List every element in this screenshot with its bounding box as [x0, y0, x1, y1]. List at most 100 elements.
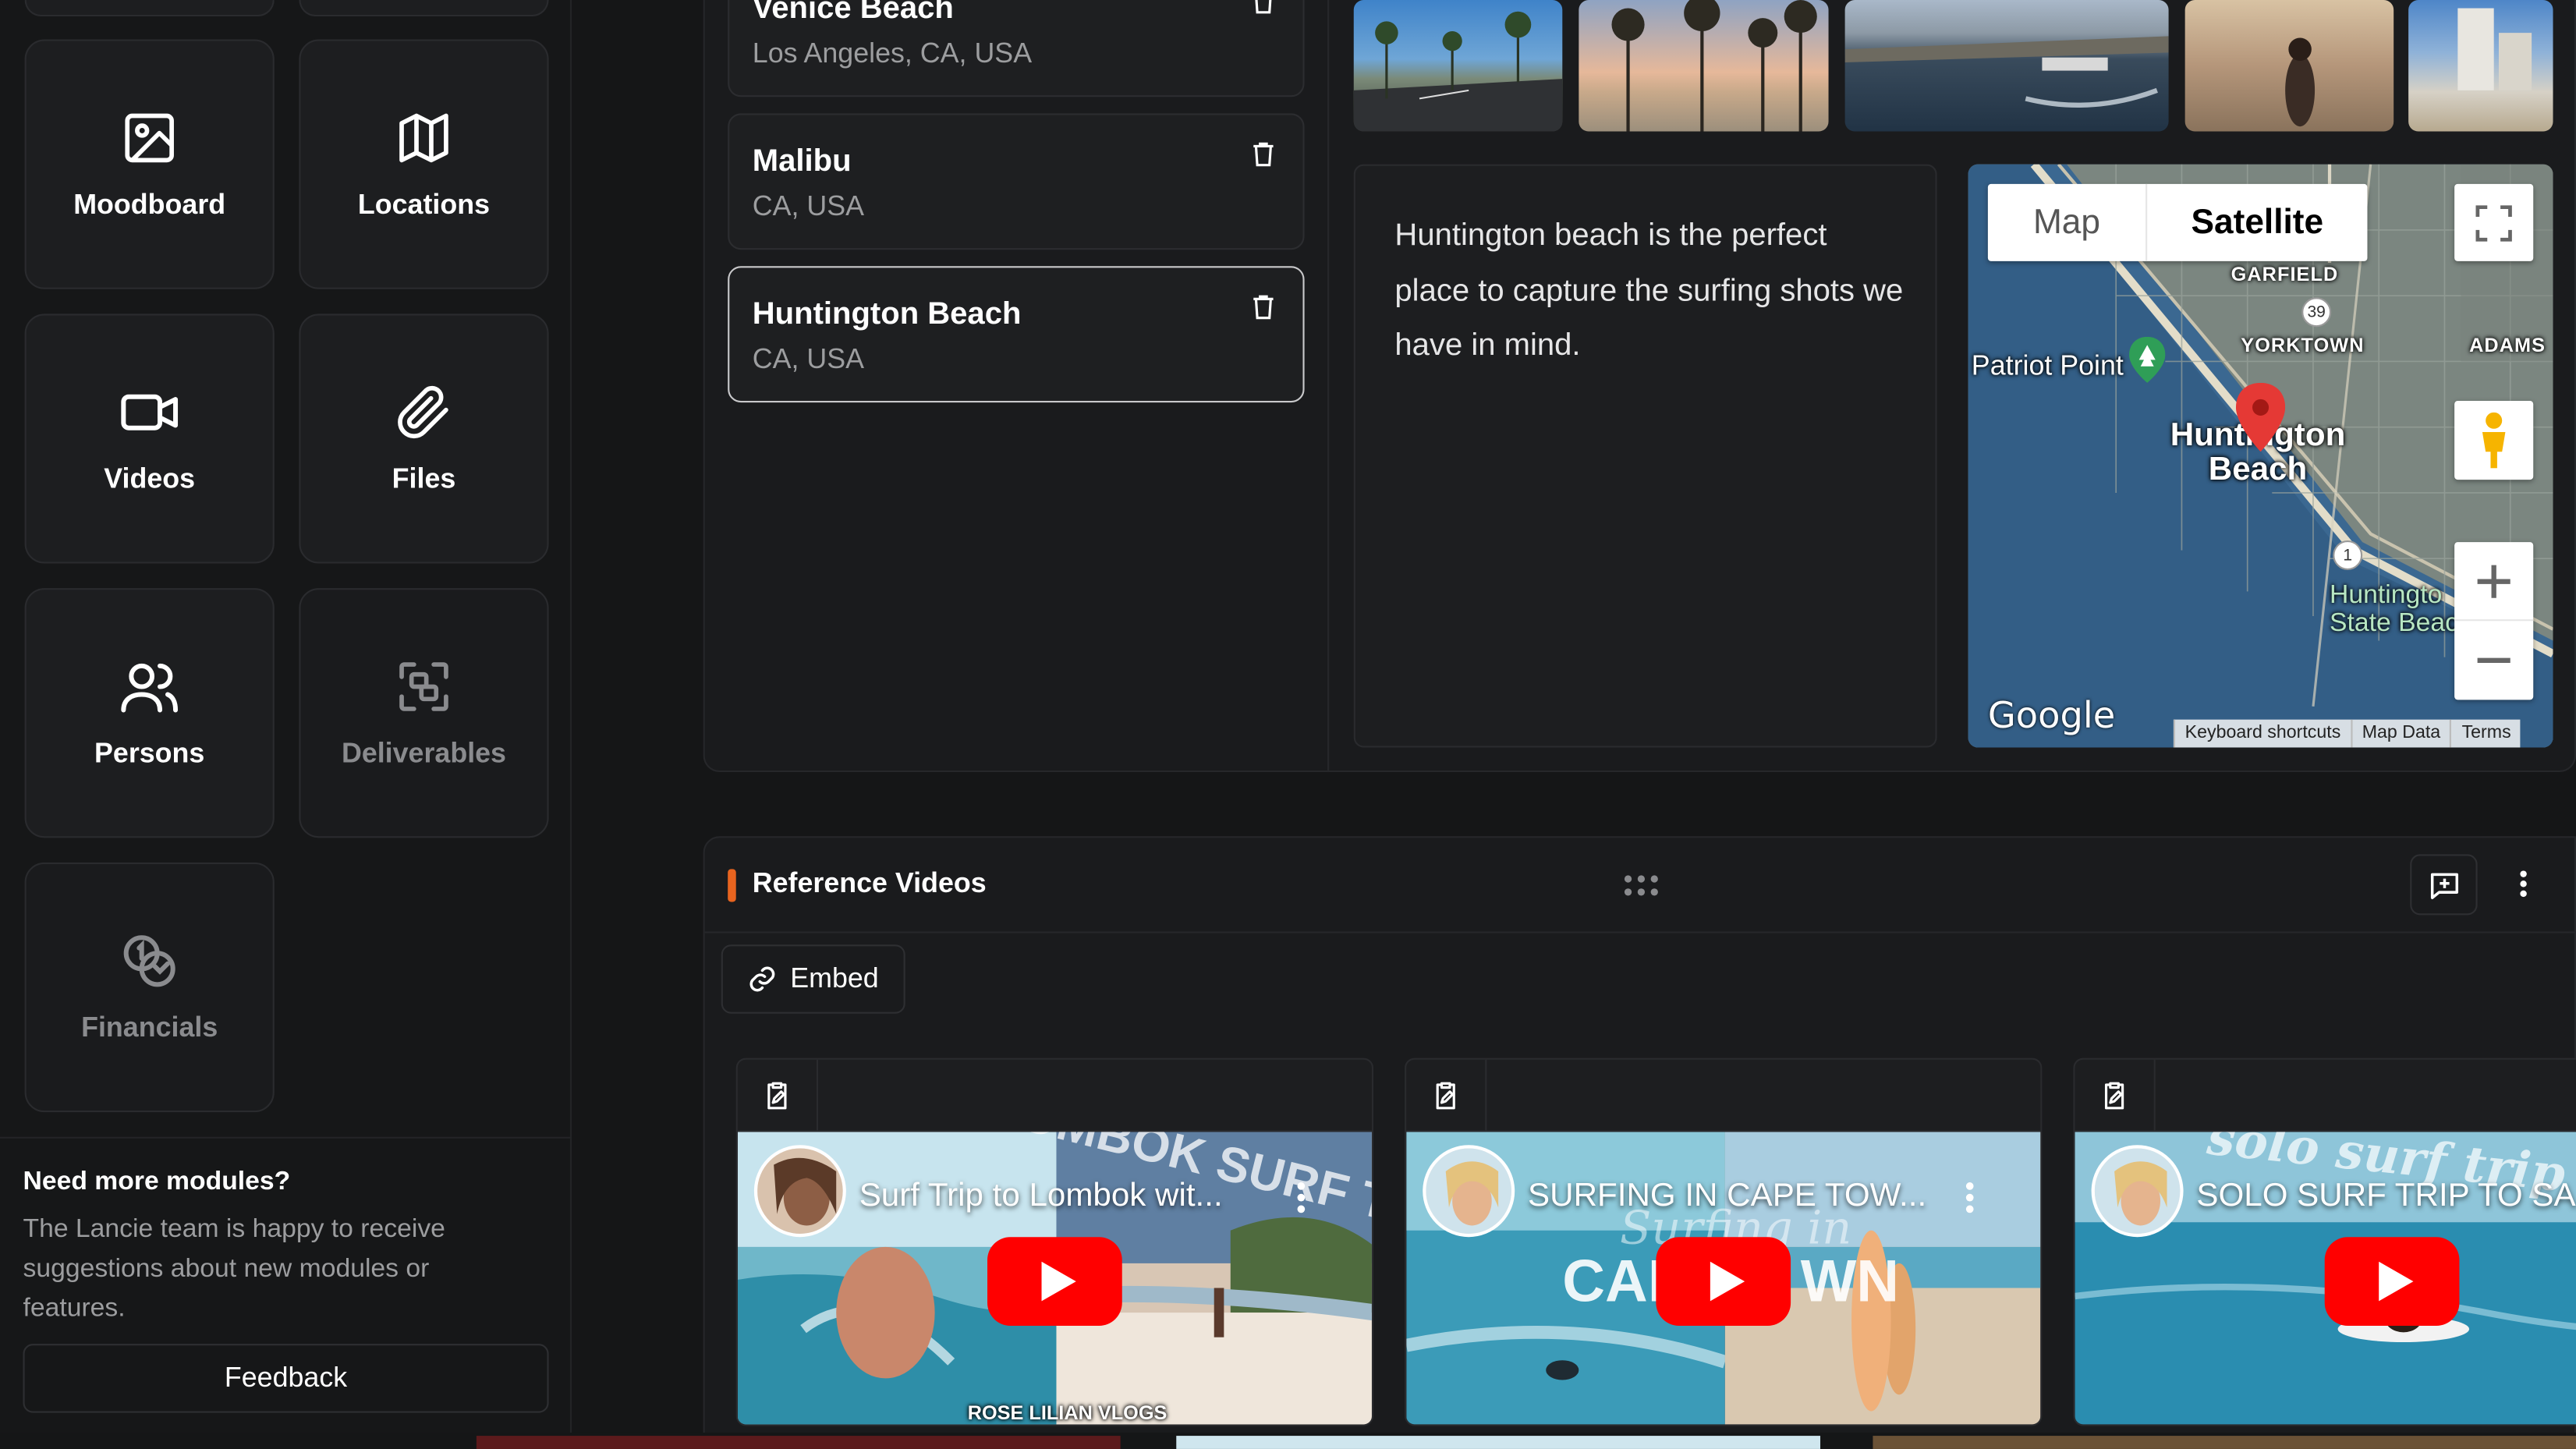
trash-icon[interactable]	[1252, 0, 1274, 15]
youtube-play-button[interactable]	[2324, 1237, 2460, 1326]
module-label: Deliverables	[341, 737, 507, 769]
location-card-venice-beach[interactable]: Venice Beach Los Angeles, CA, USA	[728, 0, 1305, 97]
map-label-garfield: GARFIELD	[2231, 263, 2339, 286]
reference-videos-panel: Reference Videos Embed LOMBOK SURF TRIP …	[703, 836, 2576, 1449]
channel-avatar[interactable]	[2091, 1145, 2184, 1238]
toolbar-separator	[816, 1059, 819, 1132]
street-view-button[interactable]	[2454, 400, 2534, 480]
video-embed[interactable]: Surfing in CAP WN SURFING IN CAPE TOW...	[1406, 1132, 2041, 1425]
video-card: solo surf trip to SOLO SURF TRIP TO SA..…	[2073, 1058, 2576, 1426]
park-pin-icon	[2129, 336, 2166, 383]
promo-title: Need more modules?	[23, 1167, 291, 1196]
location-description[interactable]: Huntington beach is the perfect place to…	[1353, 164, 1937, 748]
more-options-button[interactable]	[2503, 864, 2543, 904]
comment-add-icon	[2429, 872, 2457, 898]
location-name: Malibu	[752, 144, 852, 179]
video-card-toolbar	[737, 1059, 1372, 1132]
youtube-play-button[interactable]	[987, 1237, 1122, 1326]
video-embed[interactable]: LOMBOK SURF TRIP Surf Trip to Lombok wit…	[737, 1132, 1372, 1425]
video-card-toolbar	[1406, 1059, 2041, 1132]
map-footer: Keyboard shortcuts Map Data Terms	[2173, 719, 2521, 748]
location-photo[interactable]	[2184, 0, 2394, 132]
terms-link[interactable]: Terms	[2450, 719, 2521, 748]
modules-promo: Need more modules? The Lancie team is ha…	[0, 1136, 572, 1449]
users-icon	[119, 655, 181, 717]
plus-icon	[2477, 565, 2510, 598]
location-card-malibu[interactable]: Malibu CA, USA	[728, 113, 1305, 250]
module-label: Financials	[81, 1011, 218, 1043]
location-name: Huntington Beach	[752, 297, 1022, 332]
module-videos[interactable]: Videos	[24, 314, 275, 564]
module-moodboard[interactable]: Moodboard	[24, 39, 275, 289]
location-photo[interactable]	[2408, 0, 2553, 132]
promo-text: The Lancie team is happy to receive sugg…	[23, 1215, 445, 1323]
clipboard-edit-icon[interactable]	[2098, 1079, 2131, 1112]
video-menu-icon[interactable]	[1296, 1182, 1306, 1214]
video-overlay-text: WN	[1800, 1246, 1900, 1315]
more-vertical-icon	[2520, 870, 2527, 898]
fullscreen-button[interactable]	[2454, 183, 2534, 261]
map-data-link[interactable]: Map Data	[2350, 719, 2450, 748]
keyboard-shortcuts-link[interactable]: Keyboard shortcuts	[2173, 719, 2351, 748]
location-map[interactable]: GARFIELD 39 YORKTOWN ADAMS Patriot Point…	[1968, 164, 2553, 748]
clipboard-edit-icon[interactable]	[1430, 1079, 1462, 1112]
section-title: Reference Videos	[752, 867, 987, 899]
video-title[interactable]: SURFING IN CAPE TOW...	[1528, 1178, 1926, 1215]
section-accent	[728, 869, 736, 902]
channel-avatar[interactable]	[753, 1145, 846, 1238]
module-tile-partial	[299, 0, 549, 17]
location-region: CA, USA	[752, 343, 865, 375]
clipboard-edit-icon[interactable]	[760, 1079, 793, 1112]
location-card-huntington-beach[interactable]: Huntington Beach CA, USA	[728, 266, 1305, 403]
zoom-out-button[interactable]	[2454, 621, 2533, 698]
panel-divider	[1327, 0, 1330, 773]
feedback-button[interactable]: Feedback	[23, 1344, 549, 1413]
video-embed[interactable]: solo surf trip to SOLO SURF TRIP TO SA..…	[2075, 1132, 2576, 1425]
map-route-39: 39	[2301, 297, 2332, 328]
fullscreen-icon	[2475, 204, 2512, 241]
location-name: Venice Beach	[752, 0, 954, 27]
map-icon	[392, 107, 455, 169]
embed-button[interactable]: Embed	[721, 944, 905, 1014]
location-pin-icon[interactable]	[2235, 382, 2286, 452]
embed-label: Embed	[790, 962, 879, 994]
map-type-satellite[interactable]: Satellite	[2147, 184, 2367, 261]
location-photo[interactable]	[1579, 0, 1829, 132]
youtube-play-button[interactable]	[1656, 1237, 1791, 1326]
map-type-map[interactable]: Map	[1988, 183, 2148, 261]
video-card: Surfing in CAP WN SURFING IN CAPE TOW...	[1405, 1058, 2043, 1426]
module-files[interactable]: Files	[299, 314, 549, 564]
location-region: CA, USA	[752, 190, 865, 222]
channel-avatar[interactable]	[1423, 1145, 1515, 1238]
video-card-toolbar	[2075, 1059, 2576, 1132]
module-label: Moodboard	[73, 189, 226, 221]
location-photo[interactable]	[1353, 0, 1563, 132]
toolbar-separator	[2153, 1059, 2156, 1132]
pegman-icon	[2482, 412, 2506, 469]
video-title[interactable]: SOLO SURF TRIP TO SA...	[2196, 1178, 2576, 1215]
video-menu-icon[interactable]	[1965, 1182, 1975, 1214]
module-locations[interactable]: Locations	[299, 39, 549, 289]
google-logo: Google	[1987, 696, 2116, 738]
module-persons[interactable]: Persons	[24, 588, 275, 838]
video-watermark: ROSE LILIAN VLOGS	[967, 1401, 1168, 1425]
map-type-toggle: Map Satellite	[1987, 183, 2368, 261]
module-financials[interactable]: Financials	[24, 862, 275, 1113]
module-label: Files	[392, 463, 456, 495]
trash-icon[interactable]	[1252, 294, 1274, 321]
comment-button[interactable]	[2410, 854, 2478, 916]
location-description-text: Huntington beach is the perfect place to…	[1394, 218, 1904, 363]
deliverables-icon	[392, 655, 455, 717]
toolbar-separator	[1485, 1059, 1487, 1132]
coins-icon	[119, 930, 181, 992]
module-deliverables[interactable]: Deliverables	[299, 588, 549, 838]
location-photo[interactable]	[1844, 0, 2169, 132]
sidebar: Moodboard Locations Videos Files Persons	[0, 0, 572, 1449]
drag-handle-icon[interactable]	[1621, 874, 1661, 897]
paperclip-icon	[392, 381, 455, 444]
zoom-in-button[interactable]	[2454, 544, 2534, 622]
location-region: Los Angeles, CA, USA	[752, 37, 1033, 69]
trash-icon[interactable]	[1252, 141, 1274, 168]
video-card: LOMBOK SURF TRIP Surf Trip to Lombok wit…	[735, 1058, 1374, 1426]
video-title[interactable]: Surf Trip to Lombok wit...	[859, 1178, 1223, 1215]
